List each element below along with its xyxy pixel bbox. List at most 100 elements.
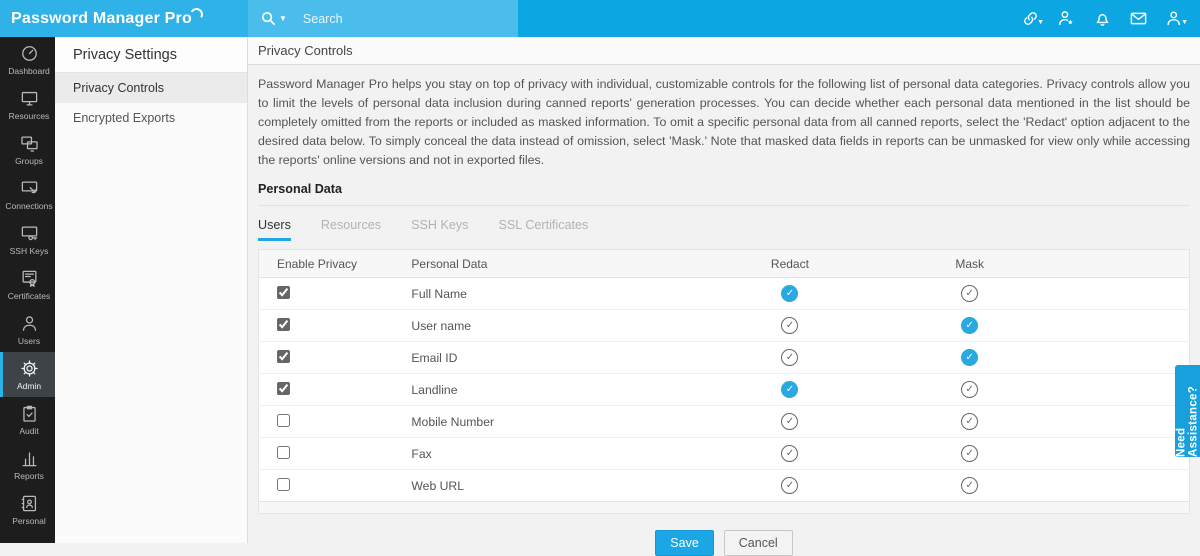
col-enable-privacy: Enable Privacy bbox=[259, 250, 394, 278]
redact-radio-check-icon[interactable] bbox=[781, 285, 798, 302]
topbar-icon-group: ▼ ▼ bbox=[1012, 0, 1200, 37]
settings-sidebar: Privacy Settings Privacy Controls Encryp… bbox=[55, 37, 248, 543]
sidebar-item-groups[interactable]: Groups bbox=[0, 127, 55, 172]
enable-privacy-checkbox[interactable] bbox=[277, 350, 290, 363]
sidebar-item-reports[interactable]: Reports bbox=[0, 442, 55, 487]
enable-privacy-checkbox[interactable] bbox=[277, 414, 290, 427]
sidebar-item-encrypted-exports[interactable]: Encrypted Exports bbox=[55, 103, 247, 133]
sidebar-item-resources[interactable]: Resources bbox=[0, 82, 55, 127]
mask-radio-check-icon[interactable] bbox=[961, 317, 978, 334]
monitor-icon bbox=[20, 89, 39, 108]
col-redact: Redact bbox=[700, 250, 880, 278]
sidebar-item-connections[interactable]: Connections bbox=[0, 172, 55, 217]
cancel-button[interactable]: Cancel bbox=[724, 530, 793, 556]
tab-ssh-keys[interactable]: SSH Keys bbox=[411, 218, 468, 241]
enable-privacy-checkbox[interactable] bbox=[277, 382, 290, 395]
redact-radio-check-icon[interactable] bbox=[781, 349, 798, 366]
personal-data-label: Web URL bbox=[393, 470, 700, 502]
mail-icon[interactable] bbox=[1120, 0, 1156, 37]
search-icon[interactable]: ▼ bbox=[260, 10, 287, 27]
table-row: Fax bbox=[259, 438, 1190, 470]
tab-resources[interactable]: Resources bbox=[321, 218, 381, 241]
certificate-icon bbox=[20, 269, 39, 288]
col-mask: Mask bbox=[880, 250, 1060, 278]
save-button[interactable]: Save bbox=[655, 530, 714, 556]
table-row: User name bbox=[259, 310, 1190, 342]
sidebar-item-ssh-keys[interactable]: SSH Keys bbox=[0, 217, 55, 262]
redact-radio-check-icon[interactable] bbox=[781, 477, 798, 494]
sidebar-item-label: Audit bbox=[19, 426, 38, 436]
redact-radio-check-icon[interactable] bbox=[781, 445, 798, 462]
gauge-icon bbox=[20, 44, 39, 63]
settings-sidebar-title: Privacy Settings bbox=[55, 37, 247, 73]
search-input[interactable] bbox=[303, 12, 483, 26]
sidebar-item-audit[interactable]: Audit bbox=[0, 397, 55, 442]
category-tabs: Users Resources SSH Keys SSL Certificate… bbox=[258, 218, 1190, 241]
sidebar-item-label: Resources bbox=[9, 111, 50, 121]
redact-radio-check-icon[interactable] bbox=[781, 413, 798, 430]
mask-radio-check-icon[interactable] bbox=[961, 381, 978, 398]
privacy-description: Password Manager Pro helps you stay on t… bbox=[258, 75, 1190, 170]
privacy-table: Enable Privacy Personal Data Redact Mask… bbox=[258, 249, 1190, 514]
mask-radio-check-icon[interactable] bbox=[961, 477, 978, 494]
search-scope-caret-icon[interactable]: ▼ bbox=[279, 14, 287, 23]
sidebar-item-label: Dashboard bbox=[8, 66, 50, 76]
topbar: Password Manager Pro ▼ ▼ bbox=[0, 0, 1200, 37]
address-book-icon bbox=[20, 494, 39, 513]
need-assistance-tab[interactable]: Need Assistance? bbox=[1175, 365, 1200, 457]
redact-radio-check-icon[interactable] bbox=[781, 317, 798, 334]
table-footer-strip bbox=[259, 502, 1190, 514]
sidebar-item-privacy-controls[interactable]: Privacy Controls bbox=[55, 73, 247, 103]
sidebar-item-label: Certificates bbox=[8, 291, 51, 301]
table-row: Email ID bbox=[259, 342, 1190, 374]
sidebar-item-users[interactable]: Users bbox=[0, 307, 55, 352]
enable-privacy-checkbox[interactable] bbox=[277, 478, 290, 491]
personal-data-label: Full Name bbox=[393, 278, 700, 310]
sidebar-item-label: Reports bbox=[14, 471, 44, 481]
link-icon[interactable]: ▼ bbox=[1012, 0, 1048, 37]
enable-privacy-checkbox[interactable] bbox=[277, 318, 290, 331]
sidebar-item-certificates[interactable]: Certificates bbox=[0, 262, 55, 307]
main-sidebar: Dashboard Resources Groups Connections S… bbox=[0, 37, 55, 543]
global-search[interactable]: ▼ bbox=[248, 0, 518, 37]
sidebar-item-label: Groups bbox=[15, 156, 43, 166]
notification-bell-icon[interactable] bbox=[1084, 0, 1120, 37]
table-row: Mobile Number bbox=[259, 406, 1190, 438]
mask-radio-check-icon[interactable] bbox=[961, 349, 978, 366]
user-audit-icon[interactable] bbox=[1048, 0, 1084, 37]
monitors-group-icon bbox=[20, 134, 39, 153]
mask-radio-check-icon[interactable] bbox=[961, 413, 978, 430]
sidebar-item-admin[interactable]: Admin bbox=[0, 352, 55, 397]
main-content: Privacy Controls Password Manager Pro he… bbox=[248, 37, 1200, 543]
enable-privacy-checkbox[interactable] bbox=[277, 446, 290, 459]
topbar-spacer bbox=[518, 0, 1012, 37]
sidebar-item-label: Admin bbox=[17, 381, 41, 391]
profile-icon[interactable]: ▼ bbox=[1156, 0, 1192, 37]
sidebar-item-personal[interactable]: Personal bbox=[0, 487, 55, 532]
sidebar-item-dashboard[interactable]: Dashboard bbox=[0, 37, 55, 82]
bar-chart-icon bbox=[20, 449, 39, 468]
table-row: Full Name bbox=[259, 278, 1190, 310]
monitor-connection-icon bbox=[20, 179, 39, 198]
sidebar-item-label: Connections bbox=[5, 201, 52, 211]
section-title: Personal Data bbox=[258, 170, 1190, 206]
personal-data-label: Fax bbox=[393, 438, 700, 470]
col-empty bbox=[1060, 250, 1190, 278]
monitor-key-icon bbox=[20, 224, 39, 243]
profile-caret-icon: ▼ bbox=[1181, 19, 1188, 26]
clipboard-check-icon bbox=[20, 404, 39, 423]
app-logo[interactable]: Password Manager Pro bbox=[0, 0, 248, 37]
page-title: Privacy Controls bbox=[248, 37, 1200, 65]
table-row: Web URL bbox=[259, 470, 1190, 502]
app-logo-text: Password Manager Pro bbox=[11, 10, 192, 28]
mask-radio-check-icon[interactable] bbox=[961, 445, 978, 462]
col-personal-data: Personal Data bbox=[393, 250, 700, 278]
sidebar-item-label: Personal bbox=[12, 516, 46, 526]
enable-privacy-checkbox[interactable] bbox=[277, 286, 290, 299]
mask-radio-check-icon[interactable] bbox=[961, 285, 978, 302]
tab-ssl-certificates[interactable]: SSL Certificates bbox=[499, 218, 589, 241]
personal-data-label: Landline bbox=[393, 374, 700, 406]
tab-users[interactable]: Users bbox=[258, 218, 291, 241]
person-icon bbox=[20, 314, 39, 333]
redact-radio-check-icon[interactable] bbox=[781, 381, 798, 398]
